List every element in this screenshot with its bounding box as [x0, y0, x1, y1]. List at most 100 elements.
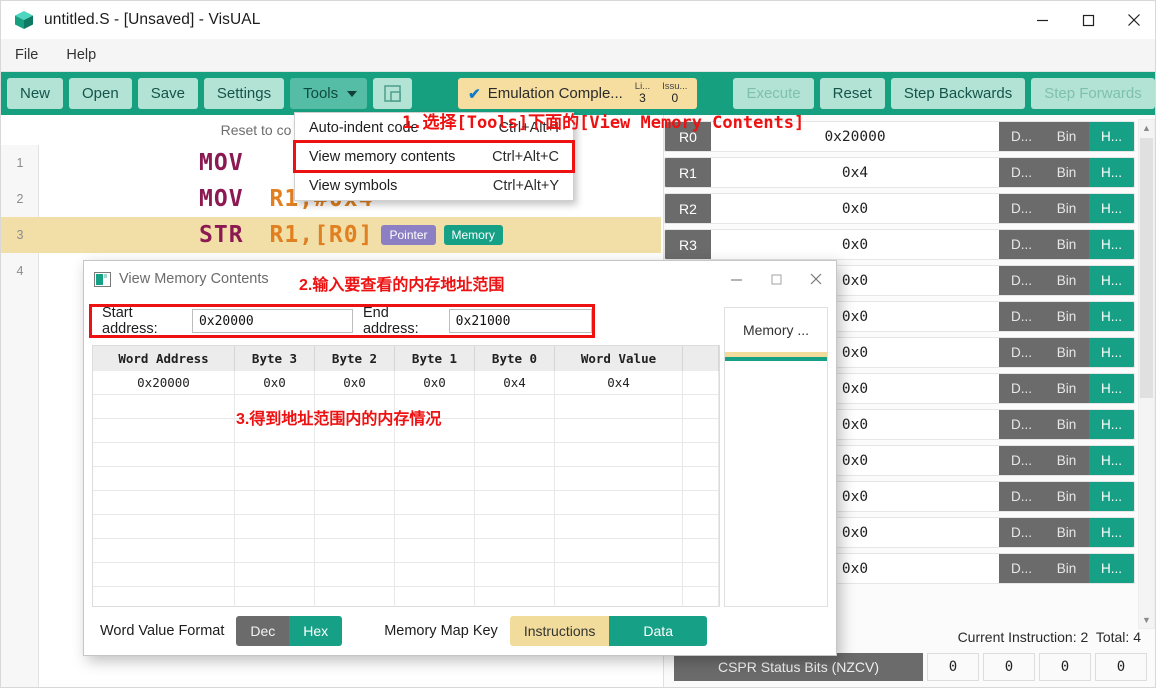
bin-format-button[interactable]: Bin	[1044, 266, 1089, 295]
dec-format-button[interactable]: D...	[999, 518, 1044, 547]
close-icon[interactable]	[1111, 1, 1155, 39]
maximize-icon[interactable]	[1065, 1, 1111, 39]
hex-format-button[interactable]: H...	[1089, 446, 1134, 475]
register-format-group: D... Bin H...	[999, 194, 1134, 223]
new-button[interactable]: New	[7, 78, 64, 109]
dec-format-button[interactable]: D...	[999, 482, 1044, 511]
dec-format-button[interactable]: D...	[999, 122, 1044, 151]
register-value: 0x4	[841, 164, 869, 181]
settings-button[interactable]: Settings	[203, 78, 285, 109]
hex-format-button[interactable]: H...	[1089, 122, 1134, 151]
dec-button[interactable]: Dec	[236, 616, 290, 646]
tab-underline-teal	[725, 357, 827, 361]
hex-format-button[interactable]: H...	[1089, 554, 1134, 583]
bin-format-button[interactable]: Bin	[1044, 410, 1089, 439]
save-button[interactable]: Save	[137, 78, 198, 109]
hex-button[interactable]: Hex	[289, 616, 343, 646]
dec-format-button[interactable]: D...	[999, 446, 1044, 475]
table-row-empty[interactable]	[93, 563, 719, 587]
start-address-input[interactable]: 0x20000	[191, 309, 353, 333]
address-range-bar: Start address: 0x20000 End address: 0x21…	[89, 304, 595, 338]
end-address-input[interactable]: 0x21000	[448, 309, 592, 333]
hex-format-button[interactable]: H...	[1089, 194, 1134, 223]
hex-format-button[interactable]: H...	[1089, 410, 1134, 439]
close-icon[interactable]	[796, 261, 836, 297]
dec-format-button[interactable]: D...	[999, 410, 1044, 439]
cell-empty	[93, 515, 235, 539]
hex-format-button[interactable]: H...	[1089, 266, 1134, 295]
cell-empty	[395, 563, 475, 587]
code-line-3[interactable]: 3 STR R1,[R0] Pointer Memory	[1, 217, 661, 253]
bin-format-button[interactable]: Bin	[1044, 518, 1089, 547]
cell-byte-0: 0x4	[475, 371, 555, 395]
scroll-down-icon[interactable]: ▼	[1139, 612, 1154, 628]
line-number: 3	[16, 228, 24, 242]
scroll-up-icon[interactable]: ▲	[1139, 120, 1154, 136]
dec-format-button[interactable]: D...	[999, 374, 1044, 403]
hex-format-button[interactable]: H...	[1089, 374, 1134, 403]
cell-empty	[555, 539, 683, 563]
hex-format-button[interactable]: H...	[1089, 338, 1134, 367]
data-key[interactable]: Data	[609, 616, 707, 646]
menu-bar: File Help	[1, 39, 1155, 72]
step-forwards-button[interactable]: Step Forwards	[1031, 78, 1155, 109]
register-format-group: D... Bin H...	[999, 410, 1134, 439]
dec-format-button[interactable]: D...	[999, 302, 1044, 331]
bin-format-button[interactable]: Bin	[1044, 374, 1089, 403]
instructions-key[interactable]: Instructions	[509, 616, 610, 646]
minimize-icon[interactable]	[1019, 1, 1065, 39]
menu-item-view-symbols[interactable]: View symbols Ctrl+Alt+Y	[295, 171, 573, 200]
reset-button[interactable]: Reset	[819, 78, 885, 109]
bin-format-button[interactable]: Bin	[1044, 230, 1089, 259]
bin-format-button[interactable]: Bin	[1044, 554, 1089, 583]
dec-format-button[interactable]: D...	[999, 266, 1044, 295]
table-row-empty[interactable]	[93, 539, 719, 563]
bin-format-button[interactable]: Bin	[1044, 122, 1089, 151]
cspr-label: CSPR Status Bits (NZCV)	[674, 653, 923, 681]
table-row-empty[interactable]	[93, 491, 719, 515]
bin-format-button[interactable]: Bin	[1044, 158, 1089, 187]
dec-format-button[interactable]: D...	[999, 554, 1044, 583]
menu-item-view-memory-contents[interactable]: View memory contents Ctrl+Alt+C	[293, 140, 575, 173]
bin-format-button[interactable]: Bin	[1044, 482, 1089, 511]
hex-format-button[interactable]: H...	[1089, 518, 1134, 547]
dec-format-button[interactable]: D...	[999, 194, 1044, 223]
cell-empty	[555, 419, 683, 443]
register-row[interactable]: R1 0x4 D... Bin H...	[664, 157, 1135, 188]
hex-format-button[interactable]: H...	[1089, 302, 1134, 331]
menu-item-file[interactable]: File	[1, 39, 52, 72]
dialog-title: View Memory Contents	[119, 271, 269, 287]
bin-format-button[interactable]: Bin	[1044, 302, 1089, 331]
table-row-empty[interactable]	[93, 515, 719, 539]
table-row[interactable]: 0x20000 0x0 0x0 0x0 0x4 0x4	[93, 371, 719, 395]
cell-empty	[315, 491, 395, 515]
dec-format-button[interactable]: D...	[999, 230, 1044, 259]
open-button[interactable]: Open	[69, 78, 132, 109]
minimize-icon[interactable]	[716, 261, 756, 297]
bin-format-button[interactable]: Bin	[1044, 194, 1089, 223]
hex-format-button[interactable]: H...	[1089, 158, 1134, 187]
bin-format-button[interactable]: Bin	[1044, 446, 1089, 475]
table-row-empty[interactable]	[93, 467, 719, 491]
table-row-empty[interactable]	[93, 443, 719, 467]
step-backwards-button[interactable]: Step Backwards	[890, 78, 1026, 109]
column-header-word-value: Word Value	[555, 346, 683, 371]
maximize-icon[interactable]	[756, 261, 796, 297]
execute-button[interactable]: Execute	[733, 78, 814, 109]
hex-format-button[interactable]: H...	[1089, 482, 1134, 511]
register-row[interactable]: R2 0x0 D... Bin H...	[664, 193, 1135, 224]
cell-empty	[93, 563, 235, 587]
register-row[interactable]: R3 0x0 D... Bin H...	[664, 229, 1135, 260]
scrollbar-thumb[interactable]	[1140, 138, 1153, 398]
cspr-bit-n: 0	[927, 653, 979, 681]
bin-format-button[interactable]: Bin	[1044, 338, 1089, 367]
panel-layout-button[interactable]	[373, 78, 413, 109]
register-scrollbar[interactable]: ▲ ▼	[1138, 119, 1155, 629]
tools-button[interactable]: Tools	[290, 78, 368, 109]
tab-memory[interactable]: Memory ...	[725, 308, 827, 352]
dec-format-button[interactable]: D...	[999, 338, 1044, 367]
hex-format-button[interactable]: H...	[1089, 230, 1134, 259]
dec-format-button[interactable]: D...	[999, 158, 1044, 187]
cspr-status-bar: CSPR Status Bits (NZCV) 0 0 0 0	[674, 653, 1147, 681]
menu-item-help[interactable]: Help	[52, 39, 110, 72]
